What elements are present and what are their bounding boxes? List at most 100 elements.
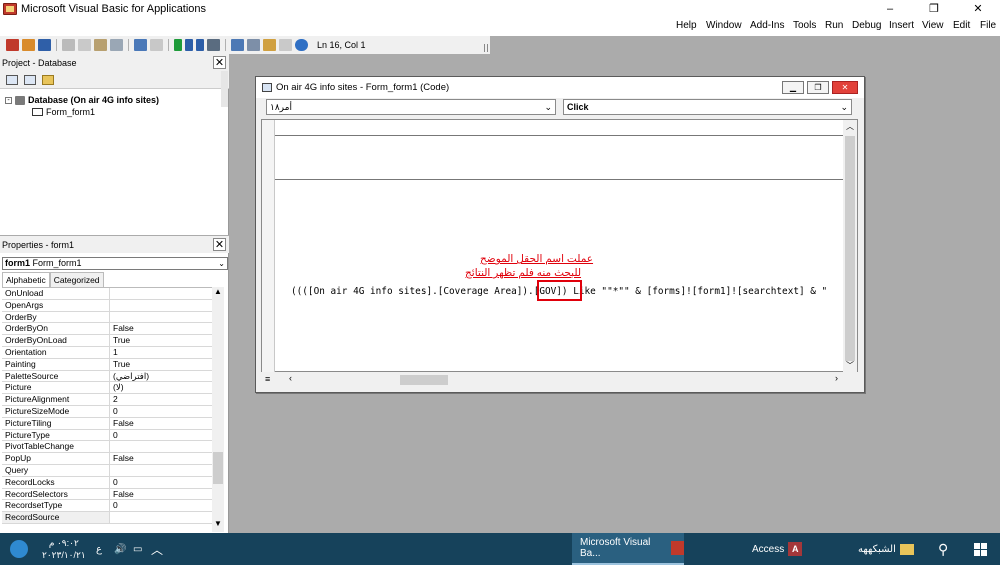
scroll-thumb[interactable] [213, 452, 223, 484]
search-icon[interactable]: ⚲ [938, 533, 948, 565]
property-value[interactable]: 2 [110, 394, 118, 405]
property-value[interactable]: 0 [110, 430, 118, 441]
weather-widget[interactable] [10, 533, 28, 565]
tab-alphabetic[interactable]: Alphabetic [2, 272, 50, 287]
scroll-up-icon[interactable]: ︿ [846, 121, 854, 132]
property-value[interactable]: 0 [110, 477, 118, 488]
copy-icon[interactable] [78, 39, 91, 51]
cut-icon[interactable] [62, 39, 75, 51]
insert-module-icon[interactable] [22, 39, 35, 51]
property-row[interactable]: PaletteSource (افتراضي) [2, 370, 212, 383]
scroll-thumb[interactable] [845, 136, 855, 361]
battery-icon[interactable]: ▭ [133, 533, 142, 565]
restore-button[interactable]: ❐ [912, 0, 956, 17]
code-horizontal-scrollbar[interactable]: ≡ ‹ › [265, 373, 845, 387]
save-icon[interactable] [38, 39, 51, 51]
find-icon[interactable] [110, 39, 123, 51]
code-vertical-scrollbar[interactable]: ︿ ﹀ [843, 120, 857, 372]
minimize-button[interactable]: – [868, 0, 912, 17]
property-value[interactable] [110, 300, 113, 311]
menu-tools[interactable]: Tools [793, 20, 816, 31]
start-button[interactable] [974, 533, 987, 565]
tree-root[interactable]: - Database (On air 4G info sites) [5, 95, 159, 105]
redo-icon[interactable] [150, 39, 163, 51]
code-minimize-button[interactable]: ▁ [782, 81, 804, 94]
menu-edit[interactable]: Edit [953, 20, 970, 31]
view-code-icon[interactable] [6, 74, 18, 85]
project-toolbar-grip[interactable] [221, 71, 228, 107]
property-value[interactable] [110, 288, 113, 299]
object-dropdown[interactable]: أمر١٨ ⌄ [266, 99, 556, 115]
paste-icon[interactable] [94, 39, 107, 51]
property-value[interactable] [110, 312, 113, 323]
code-close-button[interactable]: ✕ [832, 81, 858, 94]
property-value[interactable]: False [110, 323, 134, 334]
properties-scrollbar[interactable]: ▲ ▼ [212, 287, 224, 532]
property-row[interactable]: Query [2, 465, 212, 477]
scroll-left-icon[interactable]: ‹ [289, 373, 292, 383]
property-row[interactable]: PictureTiling False [2, 417, 212, 430]
taskbar-access[interactable]: Access A [752, 533, 803, 565]
property-row[interactable]: PivotTableChange [2, 441, 212, 454]
close-button[interactable]: ✕ [956, 0, 1000, 17]
scroll-right-icon[interactable]: › [835, 373, 838, 383]
toggle-folders-icon[interactable] [42, 74, 54, 85]
property-row[interactable]: Picture (لا) [2, 382, 212, 395]
menu-insert[interactable]: Insert [889, 20, 914, 31]
property-row[interactable]: OnUnload [2, 288, 212, 300]
run-icon[interactable] [174, 39, 182, 51]
menu-window[interactable]: Window [706, 20, 742, 31]
scroll-down-icon[interactable]: ▼ [212, 519, 224, 531]
property-value[interactable]: 1 [110, 347, 118, 358]
property-row[interactable]: PictureSizeMode 0 [2, 406, 212, 418]
property-row[interactable]: OrderByOnLoad True [2, 335, 212, 347]
code-restore-button[interactable]: ❐ [807, 81, 829, 94]
property-value[interactable]: True [110, 359, 130, 370]
toolbox-icon[interactable] [279, 39, 292, 51]
object-selector[interactable]: form1 Form_form1 ⌄ [2, 257, 228, 270]
volume-icon[interactable]: 🔊 [114, 533, 126, 565]
properties-window-icon[interactable] [247, 39, 260, 51]
scroll-up-icon[interactable]: ▲ [212, 287, 224, 299]
property-value[interactable] [110, 512, 113, 523]
procedure-dropdown[interactable]: Click ⌄ [563, 99, 852, 115]
view-object-icon[interactable] [24, 74, 36, 85]
property-value[interactable]: False [110, 453, 134, 464]
property-row[interactable]: PictureAlignment 2 [2, 394, 212, 406]
toolbar-grip[interactable] [484, 44, 488, 52]
project-explorer-icon[interactable] [231, 39, 244, 51]
property-row[interactable]: PictureType 0 [2, 429, 212, 442]
project-close-button[interactable]: ✕ [213, 56, 226, 69]
property-row[interactable]: OpenArgs [2, 299, 212, 312]
scroll-down-icon[interactable]: ﹀ [846, 360, 854, 371]
property-value[interactable]: 0 [110, 500, 118, 511]
property-row[interactable]: RecordLocks 0 [2, 476, 212, 489]
property-row[interactable]: RecordSelectors False [2, 488, 212, 501]
property-row[interactable]: RecordsetType 0 [2, 500, 212, 513]
property-value[interactable] [110, 465, 113, 476]
property-value[interactable] [110, 441, 113, 452]
property-row[interactable]: OrderBy [2, 311, 212, 324]
properties-close-button[interactable]: ✕ [213, 238, 226, 251]
taskbar-folder[interactable]: الشبكههه [858, 533, 914, 565]
menu-add-ins[interactable]: Add-Ins [750, 20, 784, 31]
property-value[interactable]: 0 [110, 406, 118, 417]
tab-categorized[interactable]: Categorized [49, 272, 104, 287]
collapse-icon[interactable]: - [5, 96, 12, 104]
code-editor[interactable]: عملت اسم الحقل الموضح للبحث منه فلم تظهر… [261, 119, 858, 387]
scroll-thumb[interactable] [400, 375, 448, 385]
menu-view[interactable]: View [922, 20, 944, 31]
undo-icon[interactable] [134, 39, 147, 51]
property-value[interactable]: (افتراضي) [110, 371, 149, 382]
help-icon[interactable] [295, 39, 308, 51]
break-icon[interactable] [185, 39, 193, 51]
property-value[interactable]: False [110, 489, 134, 500]
property-row[interactable]: RecordSource [2, 512, 212, 524]
view-access-icon[interactable] [6, 39, 19, 51]
property-row[interactable]: Orientation 1 [2, 347, 212, 359]
chevron-up-icon[interactable]: ︿ [151, 533, 163, 565]
property-value[interactable]: False [110, 418, 134, 429]
taskbar-vba[interactable]: Microsoft Visual Ba... [572, 533, 684, 565]
language-indicator[interactable]: ع [96, 533, 102, 565]
property-value[interactable]: (لا) [110, 382, 124, 393]
